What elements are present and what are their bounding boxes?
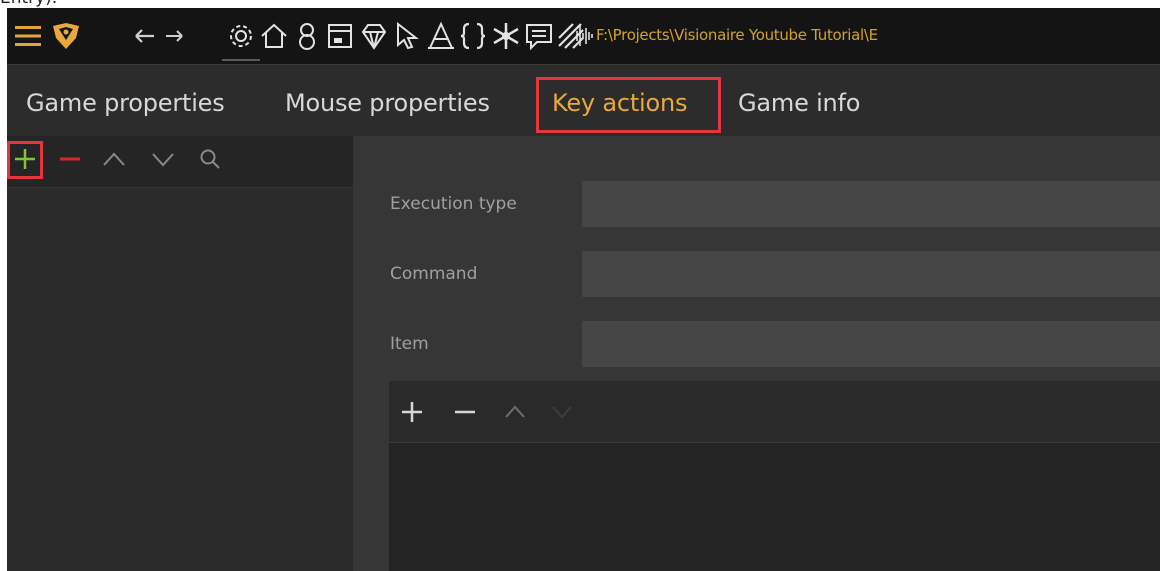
move-down-icon (552, 406, 572, 419)
tab-mouse-properties[interactable]: Mouse properties (285, 89, 490, 117)
key-actions-list-panel (7, 136, 353, 571)
remove-icon (60, 157, 80, 161)
dialog-icon[interactable] (522, 18, 556, 54)
remove-icon (455, 410, 475, 414)
tab-game-info[interactable]: Game info (738, 89, 860, 117)
main-toolbar: F:\Projects\Visionaire Youtube Tutorial\… (7, 8, 1160, 64)
tab-game-properties[interactable]: Game properties (26, 89, 225, 117)
visionaire-editor-window: F:\Projects\Visionaire Youtube Tutorial\… (7, 8, 1160, 571)
add-button[interactable] (10, 144, 40, 174)
command-label: Command (390, 264, 478, 284)
item-label: Item (390, 334, 429, 354)
forward-arrow-icon[interactable] (159, 18, 193, 54)
back-arrow-icon[interactable] (127, 18, 161, 54)
menu-icon[interactable] (11, 18, 45, 54)
add-icon (15, 149, 35, 169)
key-actions-list[interactable] (7, 188, 353, 571)
font-icon[interactable] (424, 18, 458, 54)
list-toolbar (7, 136, 353, 188)
cursor-icon[interactable] (390, 18, 424, 54)
move-down-icon (152, 153, 174, 167)
audio-icon[interactable] (572, 18, 596, 54)
search-button[interactable] (195, 144, 225, 174)
move-up-button[interactable] (99, 144, 129, 174)
move-up-icon (103, 152, 125, 166)
key-action-details-panel: Execution type Command Item (353, 136, 1160, 571)
gear-icon[interactable] (224, 18, 258, 54)
execution-type-label: Execution type (390, 194, 517, 214)
command-field[interactable] (582, 251, 1160, 297)
logo-icon[interactable] (49, 18, 83, 54)
move-action-up-button[interactable] (500, 397, 530, 427)
item-field[interactable] (582, 321, 1160, 367)
project-path: F:\Projects\Visionaire Youtube Tutorial\… (596, 26, 878, 44)
actions-sub-panel (389, 381, 1160, 571)
characters-icon[interactable] (290, 18, 324, 54)
script-braces-icon[interactable] (456, 18, 490, 54)
execution-type-field[interactable] (582, 181, 1160, 227)
search-icon (200, 149, 220, 169)
move-up-icon (505, 405, 525, 418)
home-icon[interactable] (257, 18, 291, 54)
remove-button[interactable] (55, 144, 85, 174)
tab-bar: Game properties Mouse properties Key act… (7, 64, 1160, 136)
move-action-down-button[interactable] (547, 397, 577, 427)
interface-icon[interactable] (323, 18, 357, 54)
add-icon (402, 402, 422, 422)
actions-toolbar (389, 381, 1160, 443)
active-toolbar-indicator (222, 59, 260, 61)
gem-icon[interactable] (357, 18, 391, 54)
particles-icon[interactable] (489, 18, 523, 54)
move-down-button[interactable] (148, 144, 178, 174)
tab-key-actions[interactable]: Key actions (552, 89, 688, 117)
add-action-button[interactable] (397, 397, 427, 427)
remove-action-button[interactable] (450, 397, 480, 427)
